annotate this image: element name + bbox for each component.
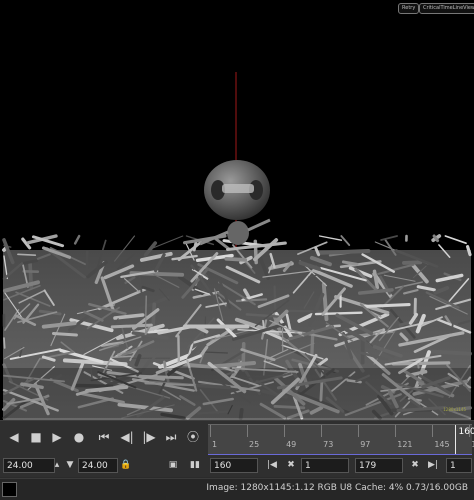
set-out-point-icon[interactable]: ▶| (426, 458, 440, 473)
clear-out-point-icon[interactable]: ✖ (408, 458, 422, 473)
loop-button[interactable]: ⦿ (185, 429, 201, 445)
fps-spin-icon[interactable]: ▴ (50, 458, 64, 473)
record-button[interactable]: ● (71, 429, 87, 445)
playback-controls: 24.00 ▴ ▼ 24.00 🔒 ▣ ▮▮ 160 |◀ ✖ 1 179 ✖ … (0, 455, 474, 477)
color-swatch (2, 482, 17, 497)
timeline-tick (210, 425, 211, 437)
status-bar: Image: 1280x1145:1.12 RGB U8 Cache: 4% 0… (0, 478, 474, 500)
last-frame-icon: ⏭ (166, 429, 177, 445)
camera-icon[interactable]: ▣ (166, 458, 180, 473)
previous-frame-button[interactable]: ◀| (119, 429, 135, 445)
loop-icon: ⦿ (187, 429, 199, 445)
fps-target-field[interactable]: 24.00 (78, 458, 118, 473)
image-viewer[interactable]: Retry CriticalTimeLineView 1280x1145 (0, 0, 474, 420)
first-frame-icon: ⏮ (99, 429, 110, 445)
stop-button[interactable]: ■ (28, 429, 44, 445)
end-field[interactable]: 1 (446, 458, 472, 473)
timeline-tick (284, 425, 285, 437)
transport-bar: ◀■▶●⏮◀||▶⏭⦿ 125497397121145169 160 (0, 420, 474, 455)
first-frame-button[interactable]: ⏮ (96, 429, 112, 445)
timeline-tick (432, 425, 433, 437)
current-frame-marker[interactable] (455, 425, 456, 455)
current-frame-label: 160 (458, 427, 474, 437)
timeline-tick-label: 1 (212, 440, 217, 449)
timeline-tick-label: 121 (397, 440, 412, 449)
timeline-tick (358, 425, 359, 437)
in-point-field[interactable]: 1 (301, 458, 349, 473)
timeline-view-button[interactable]: CriticalTimeLineView (419, 3, 474, 14)
timeline-tick (247, 425, 248, 437)
stop-icon: ■ (30, 429, 41, 445)
play-forward-icon: ▶ (52, 429, 61, 445)
out-point-field[interactable]: 179 (355, 458, 403, 473)
timeline-scrubber[interactable]: 125497397121145169 160 (208, 424, 472, 455)
set-in-point-icon[interactable]: |◀ (265, 458, 279, 473)
resolution-tag: 1280x1145 (443, 407, 466, 412)
play-forward-button[interactable]: ▶ (49, 429, 65, 445)
timeline-tick-label: 49 (286, 440, 296, 449)
lock-icon[interactable]: 🔒 (119, 458, 133, 473)
play-backward-icon: ◀ (9, 429, 18, 445)
previous-frame-icon: ◀| (120, 429, 133, 445)
record-icon: ● (74, 429, 84, 445)
play-backward-button[interactable]: ◀ (6, 429, 22, 445)
clear-in-point-icon[interactable]: ✖ (284, 458, 298, 473)
timeline-tick-label: 25 (249, 440, 259, 449)
timeline-tick (395, 425, 396, 437)
timeline-tick-label: 145 (434, 440, 449, 449)
timeline-tick (321, 425, 322, 437)
fps-dropdown-icon[interactable]: ▼ (63, 458, 77, 473)
fps-field[interactable]: 24.00 (3, 458, 55, 473)
pause-icon[interactable]: ▮▮ (188, 458, 202, 473)
status-text: Image: 1280x1145:1.12 RGB U8 Cache: 4% 0… (206, 483, 468, 493)
retry-button[interactable]: Retry (398, 3, 419, 14)
last-frame-button[interactable]: ⏭ (163, 429, 179, 445)
timeline-tick-label: 97 (360, 440, 370, 449)
next-frame-icon: |▶ (142, 429, 155, 445)
frame-field[interactable]: 160 (210, 458, 258, 473)
next-frame-button[interactable]: |▶ (141, 429, 157, 445)
rendered-frame (0, 0, 474, 420)
timeline-tick-label: 73 (323, 440, 333, 449)
